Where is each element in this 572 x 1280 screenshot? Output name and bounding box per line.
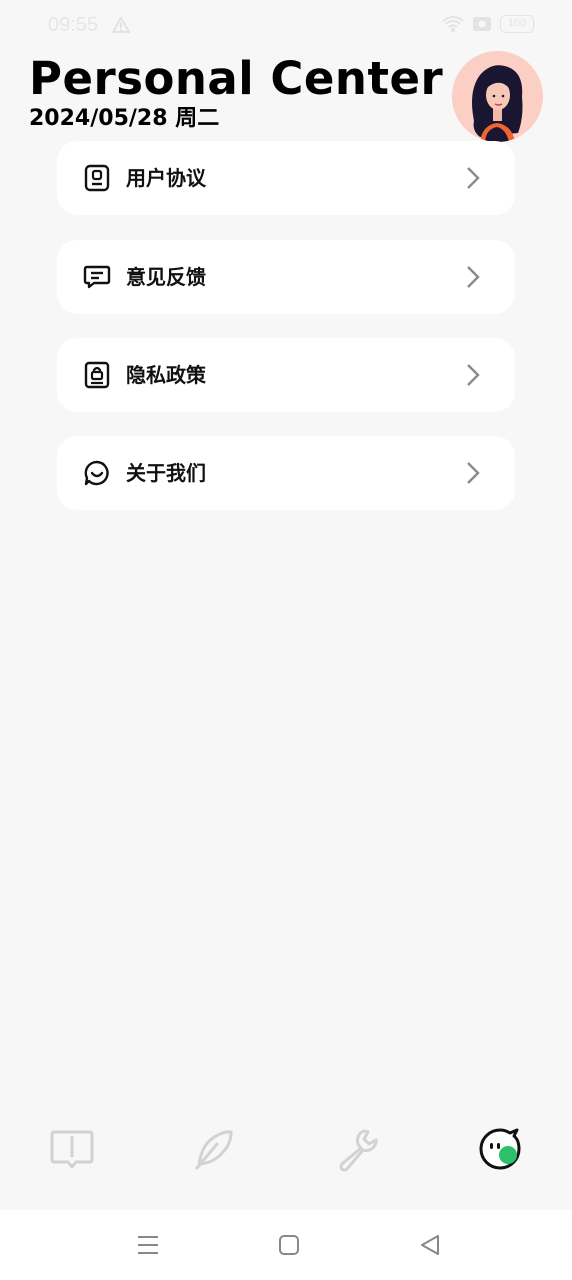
menu-item-user-agreement[interactable]: 用户协议 [57,141,515,215]
menu-item-about-us[interactable]: 关于我们 [57,436,515,510]
feedback-icon [83,265,111,289]
about-us-icon [84,460,109,486]
menu-item-label: 关于我们 [126,461,206,485]
menu-item-label: 隐私政策 [126,363,206,387]
personal-center-screen: 09:55 100 Personal Center 2024/05/28 周二 [0,0,572,1280]
status-bar: 09:55 100 [0,0,572,50]
menu-item-label: 意见反馈 [126,265,206,289]
avatar-illustration [452,51,543,142]
chevron-right-icon [467,167,480,189]
feather-icon[interactable] [191,1126,237,1172]
home-icon[interactable] [276,1232,302,1258]
wifi-icon [442,16,464,32]
page-date: 2024/05/28 周二 [29,106,220,131]
camera-icon [473,17,491,31]
avatar[interactable] [452,51,543,142]
wrench-icon[interactable] [334,1126,380,1172]
chevron-right-icon [467,266,480,288]
chevron-right-icon [467,462,480,484]
battery-icon: 100 [500,15,534,33]
profile-mascot-icon[interactable] [477,1126,523,1172]
menu-item-label: 用户协议 [126,166,206,190]
page-title: Personal Center [29,52,444,105]
system-navigation-bar [0,1210,572,1280]
chevron-right-icon [467,364,480,386]
status-time: 09:55 [48,14,99,36]
menu-icon[interactable] [135,1232,161,1258]
user-agreement-icon [84,164,110,192]
warning-icon [112,16,130,33]
menu-item-feedback[interactable]: 意见反馈 [57,240,515,314]
menu-item-privacy-policy[interactable]: 隐私政策 [57,338,515,412]
privacy-policy-icon [84,361,110,389]
message-book-icon[interactable] [49,1126,95,1172]
back-icon[interactable] [417,1232,443,1258]
